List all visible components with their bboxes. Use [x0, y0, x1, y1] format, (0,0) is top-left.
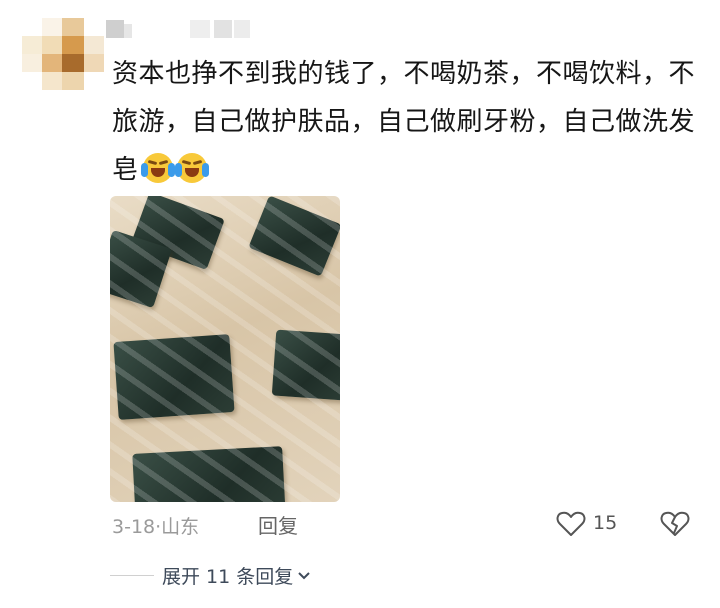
comment-text: 资本也挣不到我的钱了，不喝奶茶，不喝饮料，不旅游，自己做护肤品，自己做刷牙粉，自… [112, 50, 702, 194]
comment-meta: 3-18·山东 [112, 512, 199, 539]
chevron-down-icon [297, 564, 311, 586]
expand-replies-label: 展开 11 条回复 [162, 566, 294, 588]
comment-photo-soap-bars[interactable] [110, 196, 340, 502]
broken-heart-icon[interactable] [660, 511, 690, 541]
comment-date: 3-18 [112, 516, 156, 538]
expand-divider [110, 575, 154, 576]
avatar[interactable] [22, 18, 104, 90]
like-count: 15 [593, 512, 618, 534]
expand-replies-button[interactable]: 展开 11 条回复 [162, 562, 311, 589]
crying-laughing-emoji-icon [140, 153, 175, 183]
username-blurred[interactable] [106, 20, 250, 42]
heart-icon[interactable] [556, 511, 586, 541]
comment-location: 山东 [161, 516, 200, 538]
reply-button[interactable]: 回复 [258, 510, 298, 539]
crying-laughing-emoji-icon [174, 153, 209, 183]
